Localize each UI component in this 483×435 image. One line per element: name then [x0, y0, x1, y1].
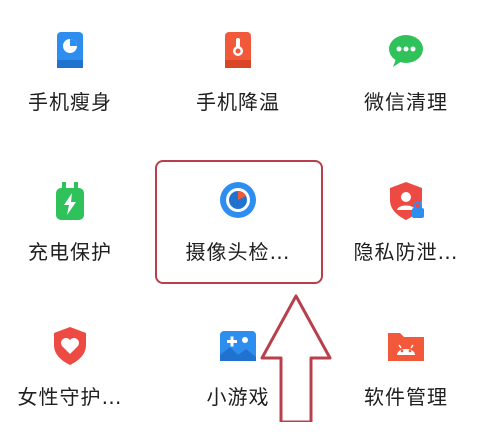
charger-icon	[48, 180, 92, 224]
tile-phone-cooling[interactable]: 手机降温	[168, 30, 308, 140]
tile-wechat-clean[interactable]: 微信清理	[336, 30, 476, 140]
thermometer-icon	[216, 30, 260, 74]
android-folder-icon	[384, 325, 428, 369]
tile-label: 微信清理	[364, 90, 448, 114]
heart-shield-icon	[48, 325, 92, 369]
tile-label: 女性守护…	[17, 385, 123, 409]
tile-label: 充电保护	[28, 240, 112, 264]
tile-label: 软件管理	[364, 385, 448, 409]
highlight-frame	[155, 160, 323, 284]
tile-female-guard[interactable]: 女性守护…	[0, 325, 140, 435]
tile-label: 手机瘦身	[28, 90, 112, 114]
tile-label: 隐私防泄…	[353, 240, 459, 264]
tile-privacy-leak[interactable]: 隐私防泄…	[336, 180, 476, 290]
phone-slim-icon	[48, 30, 92, 74]
gamepad-icon	[216, 325, 260, 369]
wechat-icon	[384, 30, 428, 74]
tile-charge-protect[interactable]: 充电保护	[0, 180, 140, 290]
tile-software-manage[interactable]: 软件管理	[336, 325, 476, 435]
up-arrow-annotation	[256, 292, 336, 424]
tile-phone-slim[interactable]: 手机瘦身	[0, 30, 140, 140]
tile-label: 手机降温	[196, 90, 280, 114]
privacy-shield-icon	[384, 180, 428, 224]
